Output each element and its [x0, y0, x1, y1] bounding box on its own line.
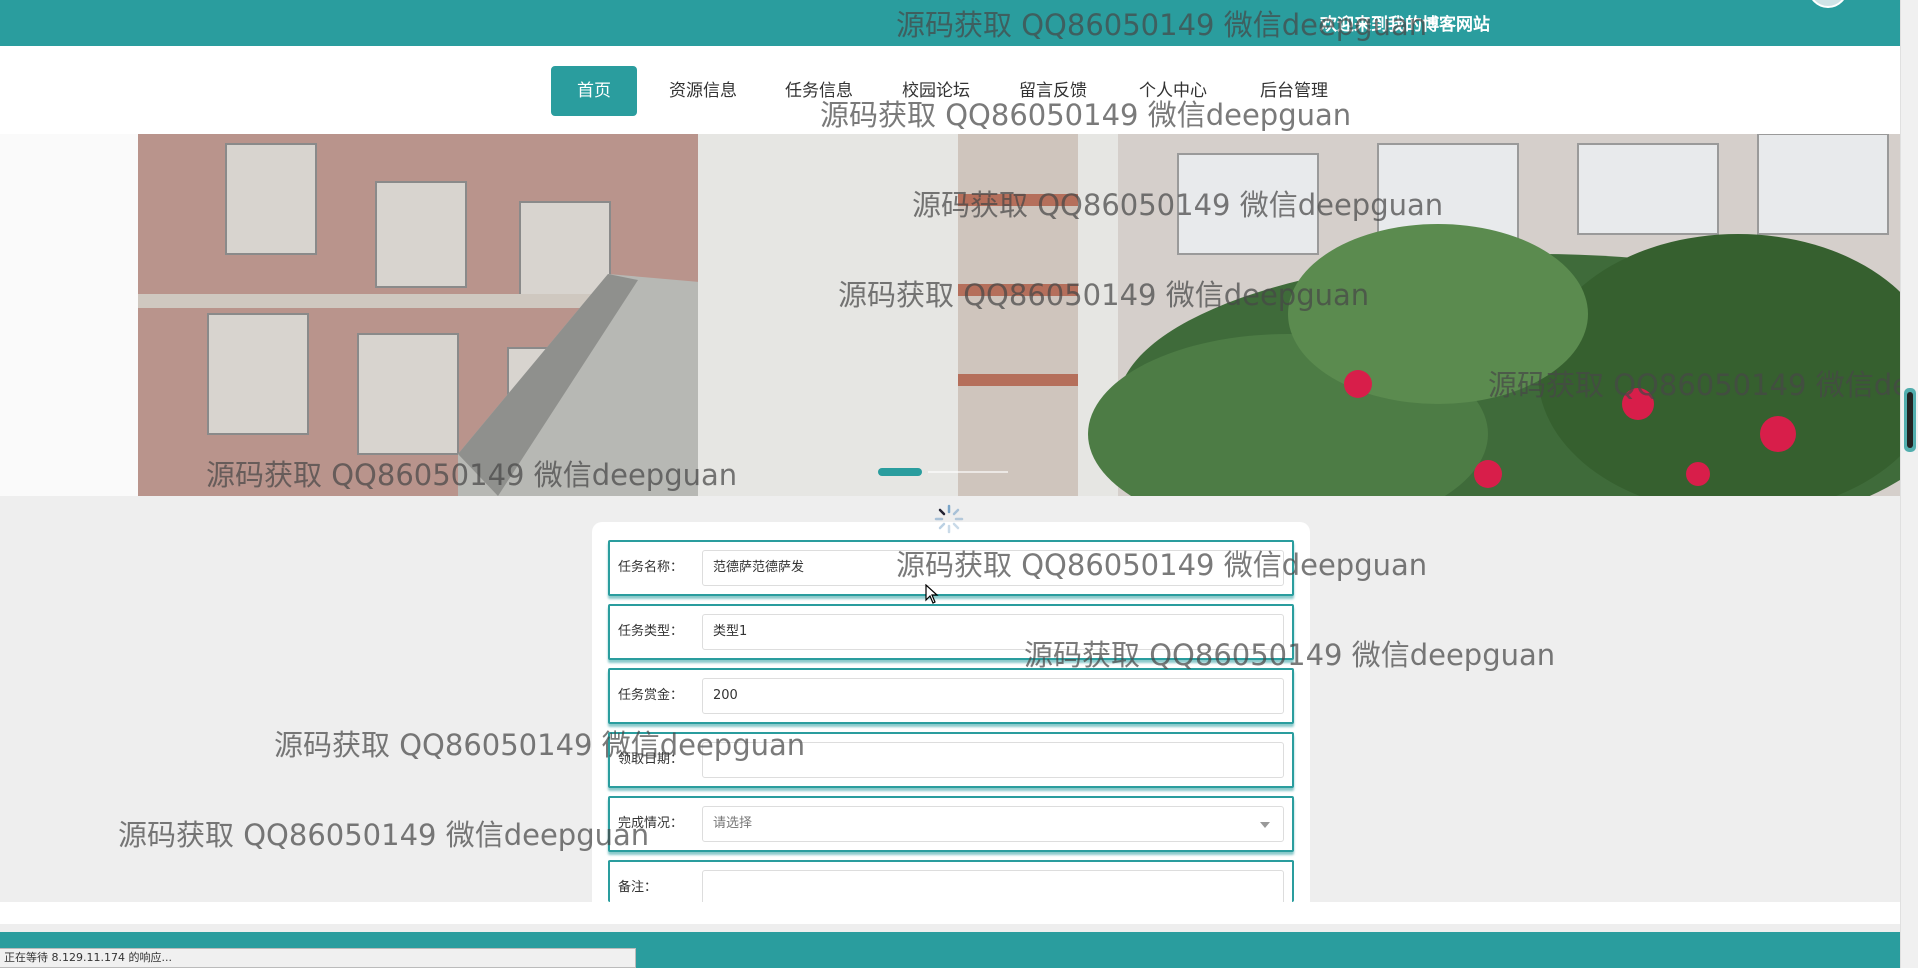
nav-item-resources[interactable]: 资源信息 — [660, 66, 746, 116]
loading-spinner-icon — [934, 504, 964, 534]
top-header-bar: 欢迎来到我的博客网站 — [0, 0, 1900, 46]
task-type-input[interactable]: 类型1 — [702, 614, 1284, 650]
task-reward-input[interactable]: 200 — [702, 678, 1284, 714]
nav-item-forum[interactable]: 校园论坛 — [893, 66, 979, 116]
user-avatar[interactable] — [1808, 0, 1848, 8]
completion-status-label: 完成情况： — [618, 816, 684, 831]
carousel-indicator-active[interactable] — [878, 468, 922, 476]
banner-carousel[interactable] — [0, 134, 1900, 496]
task-reward-label: 任务赏金： — [618, 688, 684, 703]
claim-date-input[interactable] — [702, 742, 1284, 778]
site-title: 欢迎来到我的博客网站 — [1320, 15, 1490, 35]
carousel-indicator[interactable] — [928, 471, 1008, 473]
main-navigation: 首页 资源信息 任务信息 校园论坛 留言反馈 个人中心 后台管理 — [0, 46, 1900, 134]
task-name-input[interactable]: 范德萨范德萨发 — [702, 550, 1284, 586]
claim-date-field: 领取日期： — [608, 732, 1294, 788]
remarks-input[interactable] — [702, 870, 1284, 906]
task-name-field: 任务名称： 范德萨范德萨发 — [608, 540, 1294, 596]
banner-image — [138, 134, 1900, 496]
nav-item-tasks[interactable]: 任务信息 — [776, 66, 862, 116]
remarks-field: 备注： — [608, 860, 1294, 906]
mouse-cursor-icon — [925, 584, 939, 604]
nav-item-home[interactable]: 首页 — [551, 66, 637, 116]
chevron-down-icon[interactable] — [1260, 822, 1270, 828]
nav-item-personal-center[interactable]: 个人中心 — [1130, 66, 1216, 116]
scrollbar-thumb[interactable] — [1907, 392, 1913, 448]
nav-item-feedback[interactable]: 留言反馈 — [1010, 66, 1096, 116]
task-name-label: 任务名称： — [618, 560, 684, 575]
page-scrollbar[interactable] — [1900, 0, 1918, 968]
task-reward-field: 任务赏金： 200 — [608, 668, 1294, 724]
footer-spacer — [0, 902, 1900, 924]
claim-date-label: 领取日期： — [618, 752, 684, 767]
nav-item-admin[interactable]: 后台管理 — [1251, 66, 1337, 116]
completion-status-select[interactable]: 请选择 — [702, 806, 1284, 842]
task-type-field: 任务类型： 类型1 — [608, 604, 1294, 660]
completion-status-field: 完成情况： 请选择 — [608, 796, 1294, 852]
task-type-label: 任务类型： — [618, 624, 684, 639]
banner-left-edge — [0, 134, 138, 496]
browser-status-bar: 正在等待 8.129.11.174 的响应... — [0, 948, 636, 968]
